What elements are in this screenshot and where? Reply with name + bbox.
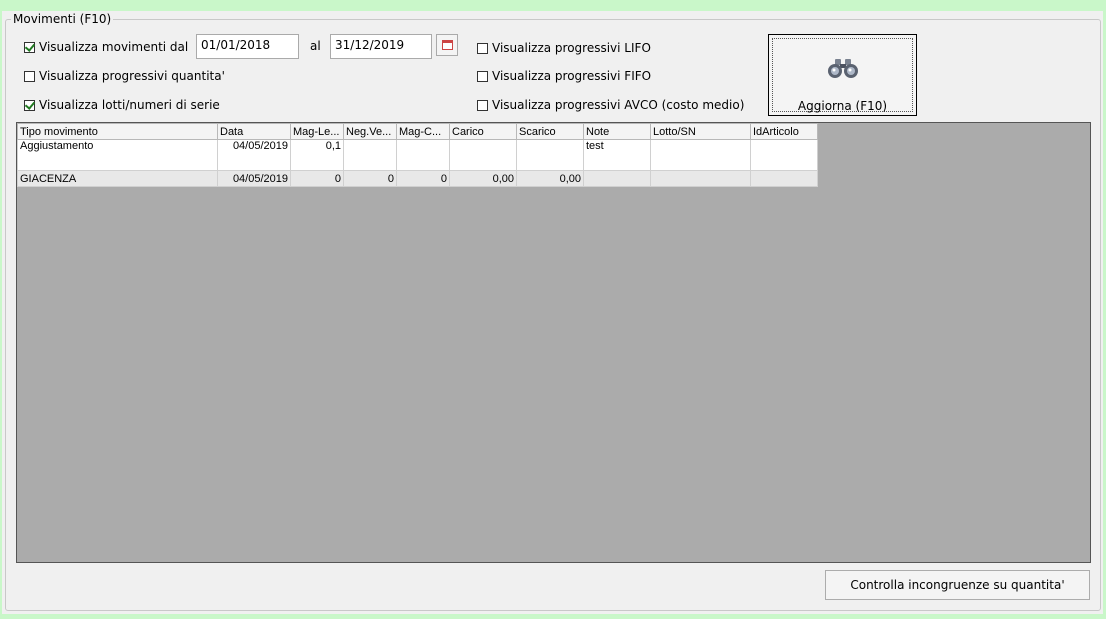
lotti-checkbox[interactable]: Visualizza lotti/numeri di serie (24, 98, 220, 112)
table-cell[interactable] (396, 139, 450, 171)
movements-table: Tipo movimento Data Mag-Le... Neg.Ve... … (17, 123, 818, 187)
table-cell[interactable] (583, 170, 651, 187)
table-cell[interactable]: 0,1 (290, 139, 344, 171)
table-cell[interactable]: 0,00 (516, 170, 584, 187)
table-row[interactable]: GIACENZA 04/05/2019 0 0 0 0,00 0,00 (17, 170, 818, 187)
avco-checkbox[interactable]: Visualizza progressivi AVCO (costo medio… (477, 98, 744, 112)
table-cell[interactable]: 0 (396, 170, 450, 187)
check-inconsistencies-button[interactable]: Controlla incongruenze su quantita' (825, 570, 1090, 600)
table-cell[interactable]: 0 (290, 170, 344, 187)
checkbox-box[interactable] (477, 70, 488, 82)
calendar-button[interactable] (436, 34, 458, 56)
lotti-label: Visualizza lotti/numeri di serie (39, 98, 220, 112)
checkbox-box[interactable] (24, 70, 35, 82)
group-title: Movimenti (F10) (11, 12, 114, 26)
movements-grid[interactable]: Tipo movimento Data Mag-Le... Neg.Ve... … (16, 122, 1091, 563)
date-from-input[interactable] (196, 34, 299, 59)
table-cell[interactable]: 0 (343, 170, 397, 187)
table-cell[interactable]: test (583, 139, 651, 171)
date-to-label: al (310, 39, 321, 53)
show-movements-label: Visualizza movimenti dal (39, 40, 189, 54)
table-row[interactable]: Aggiustamento 04/05/2019 0,1 test (17, 139, 818, 171)
table-cell[interactable] (449, 139, 517, 171)
progressivi-quantita-checkbox[interactable]: Visualizza progressivi quantita' (24, 69, 225, 83)
table-cell[interactable] (516, 139, 584, 171)
lifo-checkbox[interactable]: Visualizza progressivi LIFO (477, 41, 651, 55)
column-header[interactable]: Mag-Le... (290, 123, 344, 140)
column-header[interactable]: Tipo movimento (17, 123, 218, 140)
progressivi-quantita-label: Visualizza progressivi quantita' (39, 69, 225, 83)
checkbox-box[interactable] (24, 41, 35, 53)
lifo-label: Visualizza progressivi LIFO (492, 41, 651, 55)
calendar-icon (441, 40, 453, 50)
checkbox-box[interactable] (477, 42, 488, 54)
refresh-button-label: Aggiorna (F10) (797, 99, 888, 113)
table-cell[interactable]: 04/05/2019 (217, 139, 291, 171)
column-header[interactable]: Carico (449, 123, 517, 140)
column-header[interactable]: IdArticolo (750, 123, 818, 140)
column-header[interactable]: Scarico (516, 123, 584, 140)
refresh-button[interactable]: Aggiorna (F10) (768, 34, 917, 116)
column-header[interactable]: Data (217, 123, 291, 140)
table-cell[interactable] (750, 170, 818, 187)
table-cell[interactable]: 0,00 (449, 170, 517, 187)
show-movements-checkbox[interactable]: Visualizza movimenti dal (24, 40, 188, 54)
column-header[interactable]: Note (583, 123, 651, 140)
column-header[interactable]: Lotto/SN (650, 123, 751, 140)
table-cell[interactable]: GIACENZA (17, 170, 218, 187)
table-cell[interactable] (650, 139, 751, 171)
table-cell[interactable] (750, 139, 818, 171)
binoculars-icon (828, 59, 858, 78)
checkbox-box[interactable] (477, 99, 488, 111)
date-to-input[interactable] (330, 34, 432, 59)
checkbox-box[interactable] (24, 99, 35, 111)
avco-label: Visualizza progressivi AVCO (costo medio… (492, 98, 745, 112)
table-cell[interactable]: 04/05/2019 (217, 170, 291, 187)
fifo-checkbox[interactable]: Visualizza progressivi FIFO (477, 69, 651, 83)
table-cell[interactable] (343, 139, 397, 171)
table-cell[interactable]: Aggiustamento (17, 139, 218, 171)
column-header[interactable]: Mag-C... (396, 123, 450, 140)
table-cell[interactable] (650, 170, 751, 187)
column-header[interactable]: Neg.Ve... (343, 123, 397, 140)
fifo-label: Visualizza progressivi FIFO (492, 69, 652, 83)
